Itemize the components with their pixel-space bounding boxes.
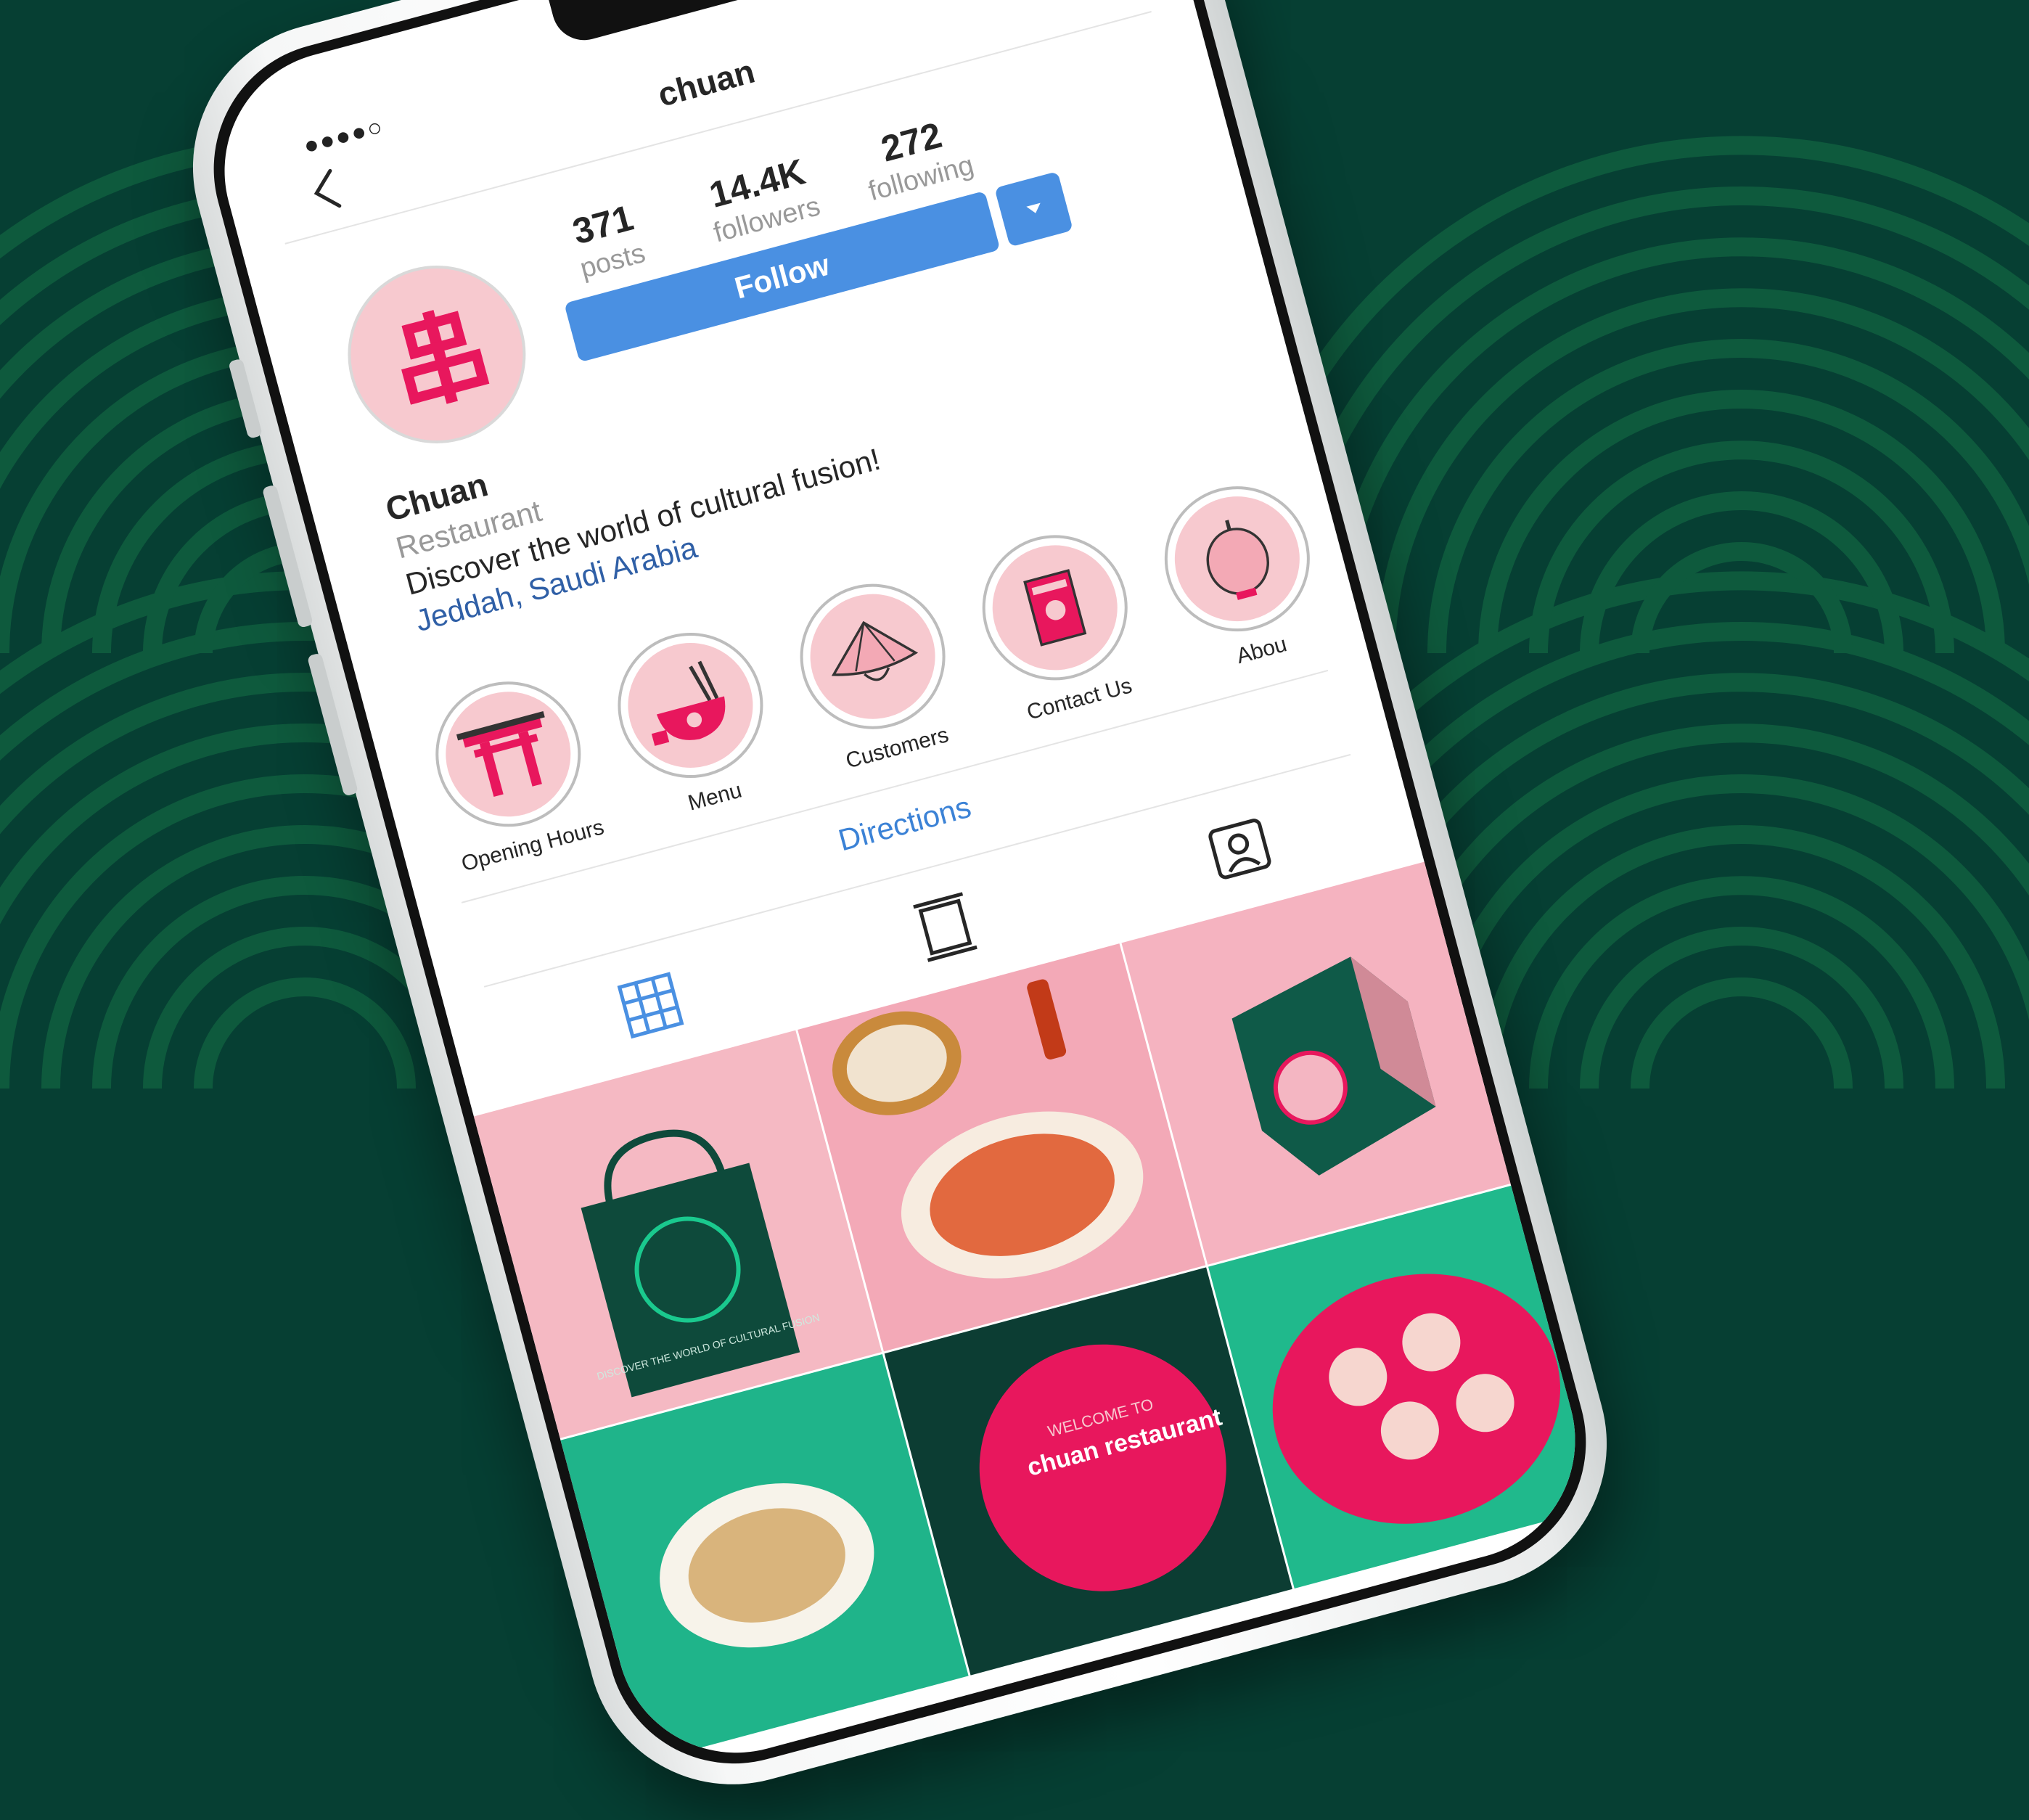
grid-view-icon[interactable] xyxy=(610,965,690,1045)
highlight-menu[interactable]: Menu xyxy=(598,615,792,829)
background-wave-arc xyxy=(194,977,416,1089)
highlight-contact-us[interactable]: Contact Us xyxy=(962,518,1156,731)
conical-hat-icon xyxy=(831,620,919,681)
feed-view-icon[interactable] xyxy=(905,886,985,966)
chuan-logo-icon xyxy=(401,310,490,405)
torii-gate-icon xyxy=(456,711,545,798)
highlight-about[interactable]: Abou xyxy=(1145,469,1339,682)
profile-avatar[interactable] xyxy=(327,245,546,464)
phone-notch xyxy=(546,0,814,48)
tagged-view-icon[interactable] xyxy=(1200,808,1279,888)
background-wave-arc xyxy=(1478,825,2005,1089)
noodle-bowl-icon xyxy=(651,660,726,746)
background-wave-arc xyxy=(1631,977,1853,1089)
lantern-icon xyxy=(1206,520,1269,600)
tea-box-icon xyxy=(1023,569,1087,647)
highlight-customers[interactable]: Customers xyxy=(780,567,974,780)
suggested-accounts-dropdown-button[interactable] xyxy=(994,171,1073,247)
highlight-opening-hours[interactable]: Opening Hours xyxy=(416,665,610,878)
